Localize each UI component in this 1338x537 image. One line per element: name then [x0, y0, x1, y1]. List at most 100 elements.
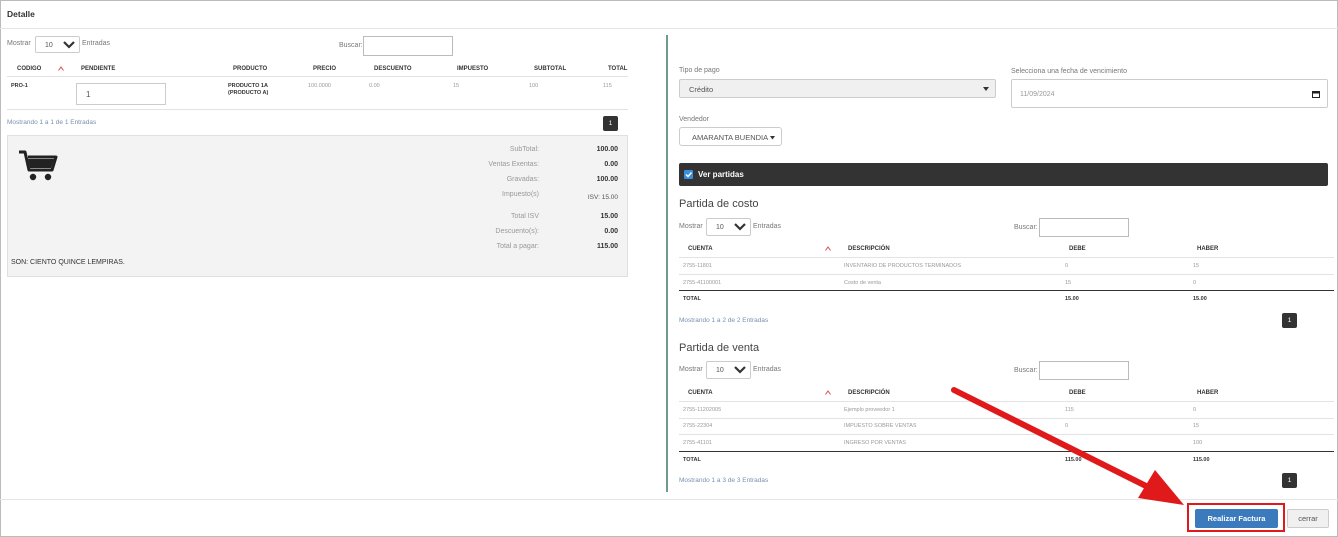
ver-partidas-checkbox[interactable] [684, 170, 693, 179]
costo-row-cuenta: 2755-41100001 [683, 280, 722, 286]
venta-search-label: Buscar: [1014, 367, 1038, 374]
summary-box [7, 135, 628, 277]
ver-partidas-label: Ver partidas [698, 170, 744, 179]
costo-header-divider [679, 257, 1334, 258]
venta-row-descripcion: INGRESO POR VENTAS [844, 440, 906, 446]
venta-row-haber: 0 [1193, 407, 1197, 413]
exentas-value: 0.00 [604, 161, 618, 168]
costo-col-debe[interactable]: DEBE [1069, 246, 1086, 252]
amount-in-words: SON: CIENTO QUINCE LEMPIRAS. [11, 259, 125, 266]
col-descuento[interactable]: DESCUENTO [374, 66, 412, 72]
calendar-icon[interactable] [1312, 90, 1320, 98]
fecha-input[interactable]: 11/09/2024 [1011, 79, 1328, 108]
chevron-down-icon [734, 366, 746, 374]
costo-col-descripcion[interactable]: DESCRIPCIÓN [848, 246, 890, 252]
costo-entries-value: 10 [716, 224, 724, 231]
subtotal-value: 100.00 [596, 146, 618, 153]
row-subtotal: 100 [529, 83, 539, 89]
sort-asc-icon[interactable] [58, 66, 64, 71]
costo-total-divider [679, 290, 1334, 291]
costo-show-label: Mostrar [679, 223, 703, 230]
costo-col-haber[interactable]: HABER [1197, 246, 1218, 252]
col-pendiente[interactable]: PENDIENTE [81, 66, 115, 72]
caret-down-icon [983, 87, 989, 91]
annotation-arrow-icon [951, 387, 1184, 505]
col-total[interactable]: TOTAL [608, 66, 627, 72]
venta-entries-value: 10 [716, 367, 724, 374]
cerrar-button[interactable]: cerrar [1287, 509, 1329, 528]
col-subtotal[interactable]: SUBTOTAL [534, 66, 566, 72]
costo-row-haber: 0 [1193, 280, 1197, 286]
venta-row-cuenta: 2755-11202005 [683, 407, 722, 413]
col-producto[interactable]: PRODUCTO [233, 66, 267, 72]
row-precio: 100.0000 [308, 83, 331, 89]
ver-partidas-bar [679, 163, 1328, 186]
venta-info: Mostrando 1 a 3 de 3 Entradas [679, 477, 769, 484]
pagination-page[interactable]: 1 [603, 116, 618, 131]
pendiente-input-value: 1 [86, 90, 91, 99]
row-codigo: PRO-1 [11, 83, 28, 89]
pendiente-input[interactable]: 1 [76, 83, 166, 105]
tipo-pago-label: Tipo de pago [679, 67, 720, 74]
search-input[interactable] [363, 36, 453, 56]
header-divider [0, 28, 1338, 29]
gravadas-value: 100.00 [596, 176, 618, 183]
venta-row-cuenta: 2755-41101 [683, 440, 712, 446]
total-isv-label: Total ISV [510, 213, 539, 220]
costo-pagination-page[interactable]: 1 [1282, 313, 1297, 328]
venta-col-haber[interactable]: HABER [1197, 390, 1218, 396]
col-precio[interactable]: PRECIO [313, 66, 336, 72]
costo-total-haber: 15.00 [1193, 296, 1207, 302]
show-label: Mostrar [7, 40, 31, 47]
costo-col-cuenta[interactable]: CUENTA [688, 246, 713, 252]
costo-title: Partida de costo [679, 198, 759, 210]
entries-select[interactable]: 10 [35, 36, 80, 53]
venta-col-cuenta[interactable]: CUENTA [688, 390, 713, 396]
panel-divider [666, 35, 668, 492]
venta-col-descripcion[interactable]: DESCRIPCIÓN [848, 390, 890, 396]
subtotal-label: SubTotal: [509, 146, 539, 153]
costo-search-label: Buscar: [1014, 224, 1038, 231]
costo-row-debe: 15 [1065, 280, 1072, 286]
vendedor-label: Vendedor [679, 116, 709, 123]
caret-down-icon [770, 136, 775, 140]
costo-row-descripcion: Costo de venta [844, 280, 881, 286]
costo-entries-select[interactable]: 10 [706, 218, 751, 236]
tipo-pago-value: Crédito [689, 85, 714, 94]
venta-entries-select[interactable]: 10 [706, 361, 751, 379]
venta-pagination-page[interactable]: 1 [1282, 473, 1297, 488]
sort-asc-icon[interactable] [825, 246, 831, 251]
costo-entries-label: Entradas [753, 223, 782, 230]
costo-row-descripcion: INVENTARIO DE PRODUCTOS TERMINADOS [844, 263, 962, 269]
vendedor-value: AMARANTA BUENDIA [692, 133, 769, 142]
shopping-cart-icon [19, 150, 58, 181]
total-isv-value: 15.00 [600, 213, 618, 220]
descuentos-value: 0.00 [604, 228, 618, 235]
costo-row-haber: 15 [1193, 263, 1200, 269]
chevron-down-icon [63, 41, 75, 49]
venta-show-label: Mostrar [679, 366, 703, 373]
row-descuento: 0.00 [369, 83, 380, 89]
row-producto-line1: PRODUCTO 1A [228, 83, 268, 89]
chevron-down-icon [734, 223, 746, 231]
fecha-input-value: 11/09/2024 [1020, 91, 1055, 98]
venta-row-haber: 100 [1193, 440, 1203, 446]
venta-row-cuenta: 2755-22304 [683, 423, 713, 429]
vendedor-select[interactable]: AMARANTA BUENDIA [679, 127, 782, 146]
col-impuesto[interactable]: IMPUESTO [457, 66, 488, 72]
costo-row-divider [679, 274, 1334, 275]
costo-search-input[interactable] [1039, 218, 1129, 237]
venta-total-haber: 115.00 [1193, 457, 1210, 463]
row-total: 115 [603, 83, 612, 89]
total-pagar-value: 115.00 [596, 243, 618, 250]
col-codigo[interactable]: CODIGO [17, 66, 41, 72]
search-label: Buscar: [339, 42, 363, 49]
table-info: Mostrando 1 a 1 de 1 Entradas [7, 119, 97, 126]
sort-asc-icon[interactable] [825, 390, 831, 395]
row-producto-line2: (PRODUCTO A) [228, 90, 269, 96]
venta-row-haber: 15 [1193, 423, 1200, 429]
entries-label: Entradas [82, 40, 111, 47]
tipo-pago-select[interactable]: Crédito [679, 79, 996, 98]
realizar-factura-button[interactable]: Realizar Factura [1195, 509, 1278, 528]
costo-row-cuenta: 2755-11801 [683, 263, 712, 269]
